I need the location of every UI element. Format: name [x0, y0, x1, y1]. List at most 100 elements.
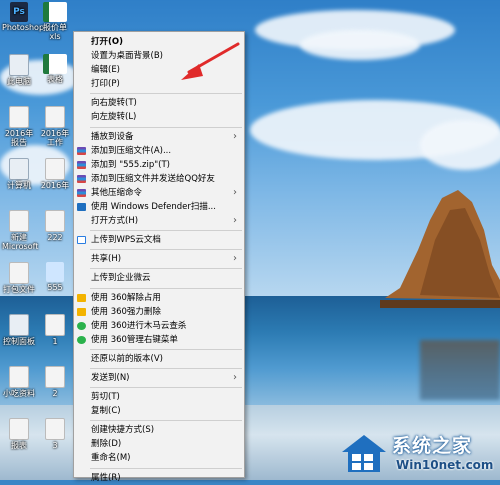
menu-item[interactable]: 添加到压缩文件并发送给QQ好友	[74, 172, 244, 186]
menu-item[interactable]: 发送到(N) ›	[74, 371, 244, 385]
desktop-icon[interactable]: 报表	[2, 418, 36, 450]
desktop-icon-label: 表格	[47, 75, 63, 84]
menu-item-label: 属性(R)	[91, 472, 121, 483]
menu-item-label: 删除(D)	[91, 439, 122, 450]
menu-item[interactable]: 复制(C)	[74, 404, 244, 418]
menu-item[interactable]: 向右旋转(T)	[74, 96, 244, 110]
menu-item[interactable]: 属性(R)	[74, 471, 244, 485]
360-scan-icon	[77, 321, 86, 330]
menu-item-label: 共享(H)	[91, 254, 122, 265]
menu-item[interactable]: 还原以前的版本(V)	[74, 352, 244, 366]
menu-item[interactable]: 添加到 "555.zip"(T)	[74, 158, 244, 172]
file-icon	[45, 366, 65, 388]
desktop-icon[interactable]: 555	[38, 262, 72, 292]
spreadsheet-file-icon	[43, 2, 67, 22]
desktop-icon-label: 222	[47, 233, 63, 242]
menu-item[interactable]: 使用 360强力删除	[74, 305, 244, 319]
desktop-icon[interactable]: 计算机	[2, 158, 36, 190]
menu-separator	[90, 467, 242, 469]
desktop-icon-label: 2016年	[40, 181, 70, 190]
menu-separator	[90, 367, 242, 369]
menu-item[interactable]: 打开方式(H) ›	[74, 214, 244, 228]
desktop-icon-label: 2	[52, 389, 58, 398]
menu-item-label: 创建快捷方式(S)	[91, 425, 155, 436]
desktop-icon[interactable]: 控制面板	[2, 314, 36, 346]
file-icon	[45, 158, 65, 180]
menu-separator	[90, 287, 242, 289]
file-icon	[9, 418, 29, 440]
desktop-icon[interactable]: 2	[38, 366, 72, 398]
menu-item-label: 编辑(E)	[91, 65, 121, 76]
menu-item-label: 剪切(T)	[91, 392, 120, 403]
menu-separator	[90, 348, 242, 350]
menu-item[interactable]: 播放到设备 ›	[74, 130, 244, 144]
desktop-icon-label: 1	[52, 337, 58, 346]
desktop-icon[interactable]: Ps Photoshop	[2, 2, 44, 32]
wallpaper-cloud	[420, 120, 500, 170]
menu-item[interactable]: 使用 360管理右键菜单	[74, 333, 244, 347]
desktop-icon-label: 此电脑	[7, 77, 31, 86]
menu-separator	[90, 420, 242, 422]
winrar-icon	[77, 146, 86, 155]
desktop-icon[interactable]: 打包文件	[2, 262, 36, 294]
file-icon	[9, 210, 29, 232]
menu-item-label: 复制(C)	[91, 406, 121, 417]
menu-item-label: 使用 360进行木马云查杀	[91, 320, 187, 331]
menu-item-label: 添加到压缩文件并发送给QQ好友	[91, 173, 215, 184]
menu-item-label: 添加到压缩文件(A)...	[91, 145, 172, 156]
menu-item-label: 打开方式(H)	[91, 216, 139, 227]
submenu-arrow-icon: ›	[233, 130, 237, 142]
menu-item-label: 使用 360管理右键菜单	[91, 334, 178, 345]
menu-item[interactable]: 向左旋转(L)	[74, 110, 244, 124]
desktop-icon[interactable]: 表格	[38, 54, 72, 84]
watermark-logo-icon	[342, 435, 386, 472]
desktop-icon-label: 计算机	[7, 181, 31, 190]
desktop-icon[interactable]: 此电脑	[2, 54, 36, 86]
menu-item[interactable]: 其他压缩命令 ›	[74, 186, 244, 200]
photoshop-icon: Ps	[10, 2, 28, 22]
application-icon	[9, 314, 29, 336]
desktop-icon[interactable]: 2016年	[38, 158, 72, 190]
menu-item[interactable]: 上传到WPS云文档	[74, 233, 244, 247]
file-icon	[45, 210, 65, 232]
menu-item[interactable]: 删除(D)	[74, 437, 244, 451]
menu-item-label: 使用 Windows Defender扫描...	[91, 202, 216, 213]
submenu-arrow-icon: ›	[233, 253, 237, 265]
menu-separator	[90, 93, 242, 95]
menu-item[interactable]: 使用 360解除占用	[74, 291, 244, 305]
menu-item[interactable]: 创建快捷方式(S)	[74, 423, 244, 437]
menu-item[interactable]: 剪切(T)	[74, 390, 244, 404]
desktop-icon[interactable]: 新建 Microsoft	[2, 210, 39, 251]
desktop-icon[interactable]: 小吃资料	[2, 366, 36, 398]
watermark-site: Win10net.com	[396, 458, 494, 472]
desktop-icon[interactable]: 3	[38, 418, 72, 450]
360-delete-icon	[77, 307, 86, 316]
desktop-icon[interactable]: 2016年报告	[2, 106, 36, 147]
desktop-icon[interactable]: 222	[38, 210, 72, 242]
spreadsheet-file-icon	[43, 54, 67, 74]
menu-item[interactable]: 上传到企业微云	[74, 271, 244, 285]
watermark-title: 系统之家	[392, 435, 473, 457]
application-icon	[9, 54, 29, 76]
menu-item[interactable]: 使用 Windows Defender扫描...	[74, 200, 244, 214]
annotation-arrow-icon	[181, 42, 240, 80]
menu-item-label: 使用 360解除占用	[91, 292, 161, 303]
file-icon	[45, 418, 65, 440]
menu-item[interactable]: 添加到压缩文件(A)...	[74, 144, 244, 158]
desktop-icon-label: 新建 Microsoft	[2, 233, 39, 251]
menu-item-label: 上传到企业微云	[91, 273, 151, 284]
file-icon	[9, 106, 29, 128]
menu-item[interactable]: 重命名(M)	[74, 451, 244, 465]
menu-item-label: 打开(O)	[91, 37, 123, 47]
desktop-icon[interactable]: 报价单xls	[38, 2, 72, 41]
menu-item[interactable]: 共享(H) ›	[74, 252, 244, 266]
submenu-arrow-icon: ›	[233, 215, 237, 227]
desktop-icon-label: 打包文件	[3, 285, 35, 294]
menu-item-label: 向左旋转(L)	[91, 112, 137, 123]
desktop-icon[interactable]: 1	[38, 314, 72, 346]
menu-item-label: 添加到 "555.zip"(T)	[91, 159, 170, 170]
menu-item[interactable]: 使用 360进行木马云查杀	[74, 319, 244, 333]
desktop-icon[interactable]: 2016年工作	[38, 106, 72, 147]
submenu-arrow-icon: ›	[233, 371, 237, 383]
menu-item-label: 使用 360强力删除	[91, 306, 161, 317]
